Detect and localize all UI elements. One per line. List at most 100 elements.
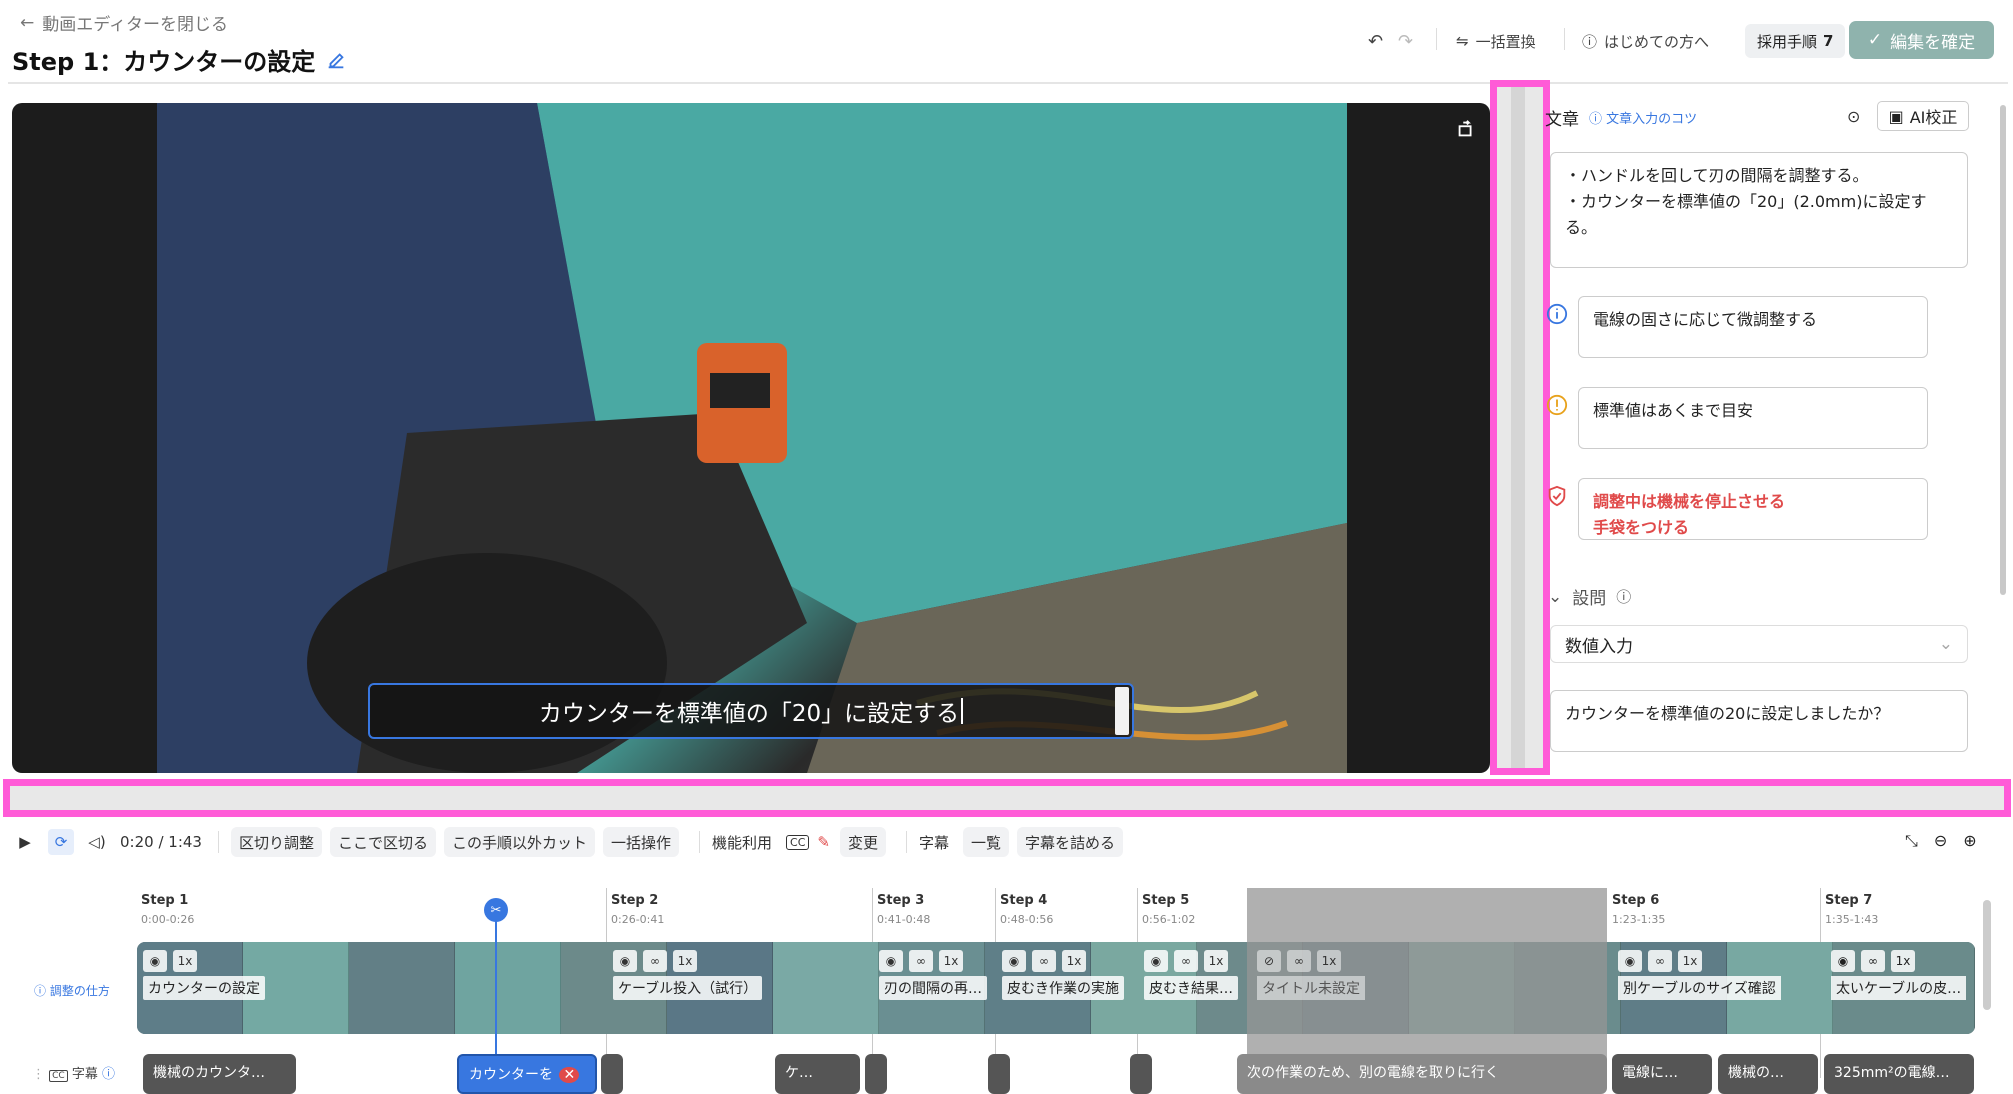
eye-icon[interactable]: ◉ [1144,950,1168,972]
volume-icon[interactable]: ◁) [84,829,110,855]
eye-icon[interactable]: ◉ [879,950,903,972]
confirm-label: 編集を確定 [1890,32,1976,53]
subtitle-block[interactable] [865,1054,887,1094]
speed-badge[interactable]: 1x [1678,950,1702,972]
speed-badge[interactable]: 1x [173,950,197,972]
ai-proofread-label: AI校正 [1909,108,1958,127]
list-button[interactable]: 一覧 [963,827,1010,857]
divider [699,831,701,853]
play-icon[interactable]: ▶ [12,829,38,855]
subtitle-block[interactable] [1130,1054,1152,1094]
step-range: 1:35-1:43 [1825,913,1879,926]
chevron-down-icon: ⌄ [1938,634,1953,654]
feature-label: 機能利用 [712,833,773,852]
speed-badge[interactable]: 1x [939,950,963,972]
subtitle-block[interactable] [988,1054,1010,1094]
eye-icon[interactable]: ◉ [1831,950,1855,972]
adjust-help-link[interactable]: ⓘ 調整の仕方 [34,982,110,999]
safety-note-field[interactable]: 調整中は機械を停止させる 手袋をつける [1578,478,1928,540]
step-label: Step 6 1:23-1:35 [1612,893,1665,926]
bulk-replace-button[interactable]: ⇋ 一括置換 [1456,26,1536,56]
speed-badge[interactable]: 1x [1204,950,1228,972]
speed-badge[interactable]: 1x [1891,950,1915,972]
video-player[interactable] [12,103,1490,773]
segment-label: 皮むき結果… [1144,976,1238,1000]
speed-badge[interactable]: 1x [1062,950,1086,972]
question-text-field[interactable]: カウンターを標準値の20に設定しましたか？ [1550,690,1968,752]
link-icon[interactable]: ∞ [1648,950,1672,972]
rotate-icon[interactable] [1455,118,1477,140]
pencil-icon[interactable] [325,49,347,71]
marker-icon[interactable]: ✎ [817,833,830,851]
confirm-edit-button[interactable]: ✓ 編集を確定 [1849,21,1994,59]
subtitle-track: 機械のカウンタ… カウンターを ✕ ケ… 次の作業のため、別の電線を取りに行く … [0,1050,2013,1094]
pack-subtitles-button[interactable]: 字幕を詰める [1017,827,1124,857]
undo-button[interactable]: ↶ [1368,26,1383,56]
step-range: 0:26-0:41 [611,913,665,926]
ai-proofread-button[interactable]: ▣ AI校正 [1877,101,1969,131]
link-icon[interactable]: ∞ [1861,950,1885,972]
vertical-resize-handle[interactable] [1490,80,1550,775]
step-label: Step 4 0:48-0:56 [1000,893,1053,926]
subtitle-block-selected[interactable]: カウンターを ✕ [457,1054,597,1094]
change-button[interactable]: 変更 [840,827,887,857]
step-label: Step 3 0:41-0:48 [877,893,930,926]
speed-badge[interactable]: 1x [1317,950,1341,972]
info-note-field[interactable]: 電線の固さに応じて微調整する [1578,296,1928,358]
question-section-title: 設問 [1572,589,1607,609]
first-time-button[interactable]: ⓘ はじめての方へ [1582,26,1709,56]
link-icon[interactable]: ∞ [1174,950,1198,972]
divider [217,831,219,853]
page-title: Step 1：カウンターの設定 [12,42,347,77]
subtitle-block[interactable]: 325mm²の電線… [1824,1054,1974,1094]
subtitle-block[interactable]: 機械の… [1718,1054,1818,1094]
step-range: 0:41-0:48 [877,913,931,926]
video-frame [157,103,1347,773]
link-icon[interactable]: ∞ [643,950,667,972]
close-editor-label: 動画エディターを閉じる [42,15,229,35]
bulk-operation-button[interactable]: 一括操作 [603,827,680,857]
right-panel-scrollbar[interactable] [2000,105,2006,595]
adopted-label: 採用手順 [1757,32,1818,51]
close-editor-link[interactable]: ← 動画エディターを閉じる [20,10,229,36]
link-icon[interactable]: ∞ [1032,950,1056,972]
subtitle-block[interactable]: 機械のカウンタ… [143,1054,296,1094]
link-icon[interactable]: ∞ [909,950,933,972]
loop-icon[interactable]: ⟳ [48,829,74,855]
link-icon[interactable]: ∞ [1287,950,1311,972]
subtitle-block[interactable]: ケ… [775,1054,860,1094]
eye-icon[interactable]: ◉ [1002,950,1026,972]
step-label: Step 1 0:00-0:26 [141,893,194,926]
eye-off-icon[interactable]: ⊘ [1257,950,1281,972]
scissors-icon[interactable]: ✂ [484,898,508,922]
subtitle-scrollbar[interactable] [1115,687,1129,735]
horizontal-resize-handle[interactable] [3,779,2011,817]
step-body-textarea[interactable]: ・ハンドルを回して刃の間隔を調整する。 ・カウンターを標準値の「20」(2.0m… [1550,152,1968,268]
collapse-icon[interactable]: ⤡ [1905,831,1918,851]
question-type-select[interactable]: 数値入力 ⌄ [1550,625,1968,663]
subtitle-block[interactable]: 電線に… [1612,1054,1712,1094]
zoom-in-icon[interactable]: ⊕ [1963,831,1976,851]
question-type-value: 数値入力 [1565,636,1633,657]
cut-others-button[interactable]: この手順以外カット [444,827,596,857]
redo-button[interactable]: ↷ [1398,26,1413,56]
more-options-icon[interactable]: ⊙ [1847,107,1860,126]
eye-icon[interactable]: ◉ [143,950,167,972]
warning-note-field[interactable]: 標準値はあくまで目安 [1578,387,1928,449]
eye-icon[interactable]: ◉ [613,950,637,972]
question-section-header[interactable]: ⌄ 設問 ⓘ [1548,584,1631,610]
segment-adjust-button[interactable]: 区切り調整 [230,827,322,857]
timeline-scrollbar[interactable] [1983,900,1991,1010]
zoom-out-icon[interactable]: ⊖ [1934,831,1947,851]
swap-icon: ⇋ [1456,32,1469,50]
cut-here-button[interactable]: ここで区切る [329,827,436,857]
cc-icon[interactable]: CC [786,834,810,850]
delete-icon[interactable]: ✕ [559,1067,580,1083]
arrow-left-icon: ← [20,12,35,33]
subtitle-block[interactable] [601,1054,623,1094]
speed-badge[interactable]: 1x [673,950,697,972]
writing-tips-link[interactable]: ⓘ 文章入力のコツ [1589,108,1697,127]
eye-icon[interactable]: ◉ [1618,950,1642,972]
subtitle-block[interactable]: 次の作業のため、別の電線を取りに行く [1237,1054,1607,1094]
subtitle-edit-field[interactable]: カウンターを標準値の「20」に設定する [368,683,1134,739]
